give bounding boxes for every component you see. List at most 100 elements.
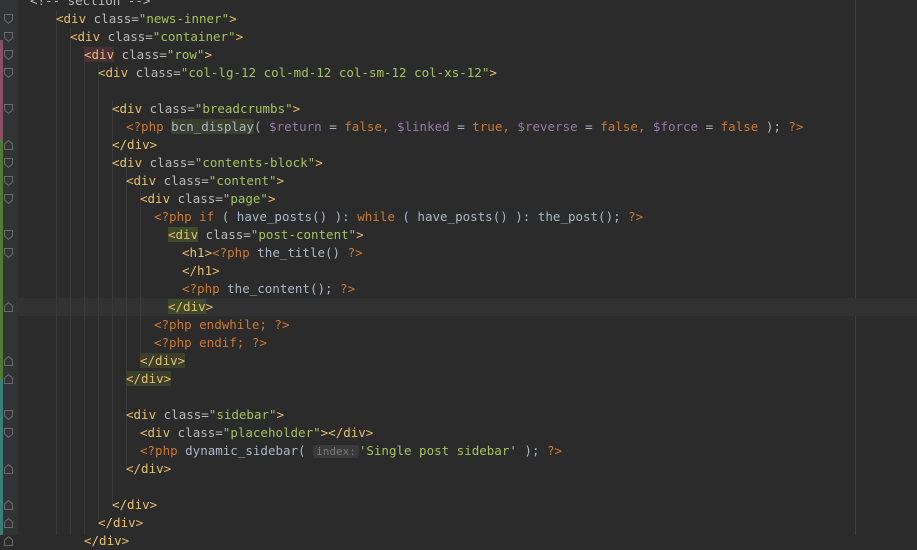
code-line[interactable]: <?php endif; ?> (154, 334, 267, 352)
code-token: <div (126, 407, 164, 422)
code-line[interactable]: <div class="placeholder"></div> (140, 424, 373, 442)
code-token: <?php (126, 119, 172, 134)
fold-close-icon[interactable] (4, 302, 13, 312)
code-token: , (381, 119, 397, 134)
code-line[interactable]: <div class="container"> (70, 28, 243, 46)
indent-guide (84, 46, 85, 535)
fold-open-icon[interactable] (4, 50, 13, 60)
code-token: class= (163, 173, 209, 188)
code-token: while (357, 209, 395, 224)
code-token: ); (516, 443, 547, 458)
code-token: </div (168, 299, 206, 314)
code-token: class= (177, 191, 223, 206)
fold-open-icon[interactable] (4, 14, 13, 24)
code-token: "sidebar" (208, 407, 277, 422)
fold-open-icon[interactable] (4, 104, 13, 114)
code-token: class= (198, 227, 251, 242)
fold-close-icon[interactable] (4, 356, 13, 366)
code-token: bcn_display (171, 119, 254, 134)
code-line[interactable]: </div> (112, 496, 157, 514)
code-line[interactable]: <div class="page"> (140, 190, 275, 208)
code-token: the_title() (257, 245, 348, 260)
code-token: class= (107, 29, 153, 44)
code-line[interactable]: <div class="news-inner"> (56, 10, 237, 28)
code-line[interactable]: <div class="breadcrumbs"> (112, 100, 300, 118)
code-token: "col-lg-12 col-md-12 col-sm-12 col-xs-12… (180, 65, 490, 80)
code-token: <?php (182, 281, 228, 296)
code-line[interactable]: <div class="contents-block"> (112, 154, 323, 172)
code-token: the_content(); (227, 281, 341, 296)
code-line[interactable]: <div class="content"> (126, 172, 284, 190)
fold-open-icon[interactable] (4, 230, 13, 240)
code-token: ( have_posts() ): (214, 209, 358, 224)
code-token: $reverse (517, 119, 578, 134)
code-line[interactable]: <div class="sidebar"> (126, 406, 284, 424)
code-line[interactable]: <?php if ( have_posts() ): while ( have_… (154, 208, 643, 226)
code-line[interactable]: <?php the_content(); ?> (182, 280, 355, 298)
indent-guide (70, 28, 71, 535)
right-margin-guide (855, 0, 856, 535)
fold-close-icon[interactable] (4, 374, 13, 384)
code-token: <div (140, 425, 178, 440)
code-token: <div (112, 101, 150, 116)
code-line[interactable]: <?php endwhile; ?> (154, 316, 289, 334)
code-token: false (344, 119, 382, 134)
code-token: $return (269, 119, 322, 134)
code-token: ( (253, 119, 270, 134)
fold-open-icon[interactable] (4, 68, 13, 78)
fold-open-icon[interactable] (4, 158, 13, 168)
code-token: ?> (340, 281, 356, 296)
code-token: <div (56, 11, 94, 26)
code-line[interactable]: <div class="post-content"> (168, 226, 364, 244)
code-token: ?> (788, 119, 804, 134)
change-marker-green (0, 140, 3, 380)
parameter-hint: index: (313, 445, 359, 458)
code-token: class= (163, 407, 209, 422)
fold-close-icon[interactable] (4, 140, 13, 150)
code-line[interactable]: </div> (126, 370, 172, 388)
code-editor[interactable]: <!-- section --> <div class="news-inner">… (0, 0, 917, 548)
code-token: </div> (84, 533, 130, 548)
fold-open-icon[interactable] (4, 176, 13, 186)
code-line[interactable]: <!-- section --> (30, 0, 150, 10)
fold-open-icon[interactable] (4, 248, 13, 258)
code-token: $linked (396, 119, 450, 134)
code-token: </h1> (182, 263, 220, 278)
code-token: ?> (274, 317, 290, 332)
code-token: false (720, 119, 759, 134)
fold-open-icon[interactable] (4, 194, 13, 204)
code-line[interactable]: </div> (98, 514, 143, 532)
code-token: if (199, 209, 215, 224)
code-token: <?php (212, 245, 258, 260)
code-token: "placeholder" (222, 425, 321, 440)
code-token: </div> (98, 515, 144, 530)
code-line[interactable]: <div class="row"> (84, 46, 212, 64)
code-token: > (292, 101, 301, 116)
indent-guide (98, 64, 99, 520)
fold-open-icon[interactable] (4, 410, 13, 420)
code-token: </div> (140, 353, 186, 368)
code-line[interactable]: <?php dynamic_sidebar( index: 'Single pos… (140, 442, 562, 460)
code-line[interactable]: <h1><?php the_title() ?> (182, 244, 363, 262)
fold-close-icon[interactable] (4, 464, 13, 474)
code-token: <?php (140, 443, 186, 458)
code-token: <div (112, 155, 150, 170)
code-line[interactable]: </div> (168, 298, 213, 316)
code-line[interactable]: </div> (140, 352, 186, 370)
code-token: > (276, 407, 285, 422)
code-token: = (449, 119, 473, 134)
fold-close-icon[interactable] (4, 518, 13, 528)
code-token: <?php (154, 335, 200, 350)
fold-close-icon[interactable] (4, 536, 13, 546)
fold-open-icon[interactable] (4, 32, 13, 42)
code-line[interactable]: </h1> (182, 262, 220, 280)
code-line[interactable]: </div> (112, 136, 157, 154)
fold-close-icon[interactable] (4, 500, 13, 510)
code-token: > (204, 47, 212, 62)
code-line[interactable]: <?php bcn_display( $return = false, $lin… (126, 118, 803, 136)
fold-open-icon[interactable] (4, 428, 13, 438)
code-token: ?> (628, 209, 644, 224)
code-line[interactable]: </div> (126, 460, 171, 478)
code-token: "breadcrumbs" (194, 101, 293, 116)
code-line[interactable]: <div class="col-lg-12 col-md-12 col-sm-1… (98, 64, 497, 82)
